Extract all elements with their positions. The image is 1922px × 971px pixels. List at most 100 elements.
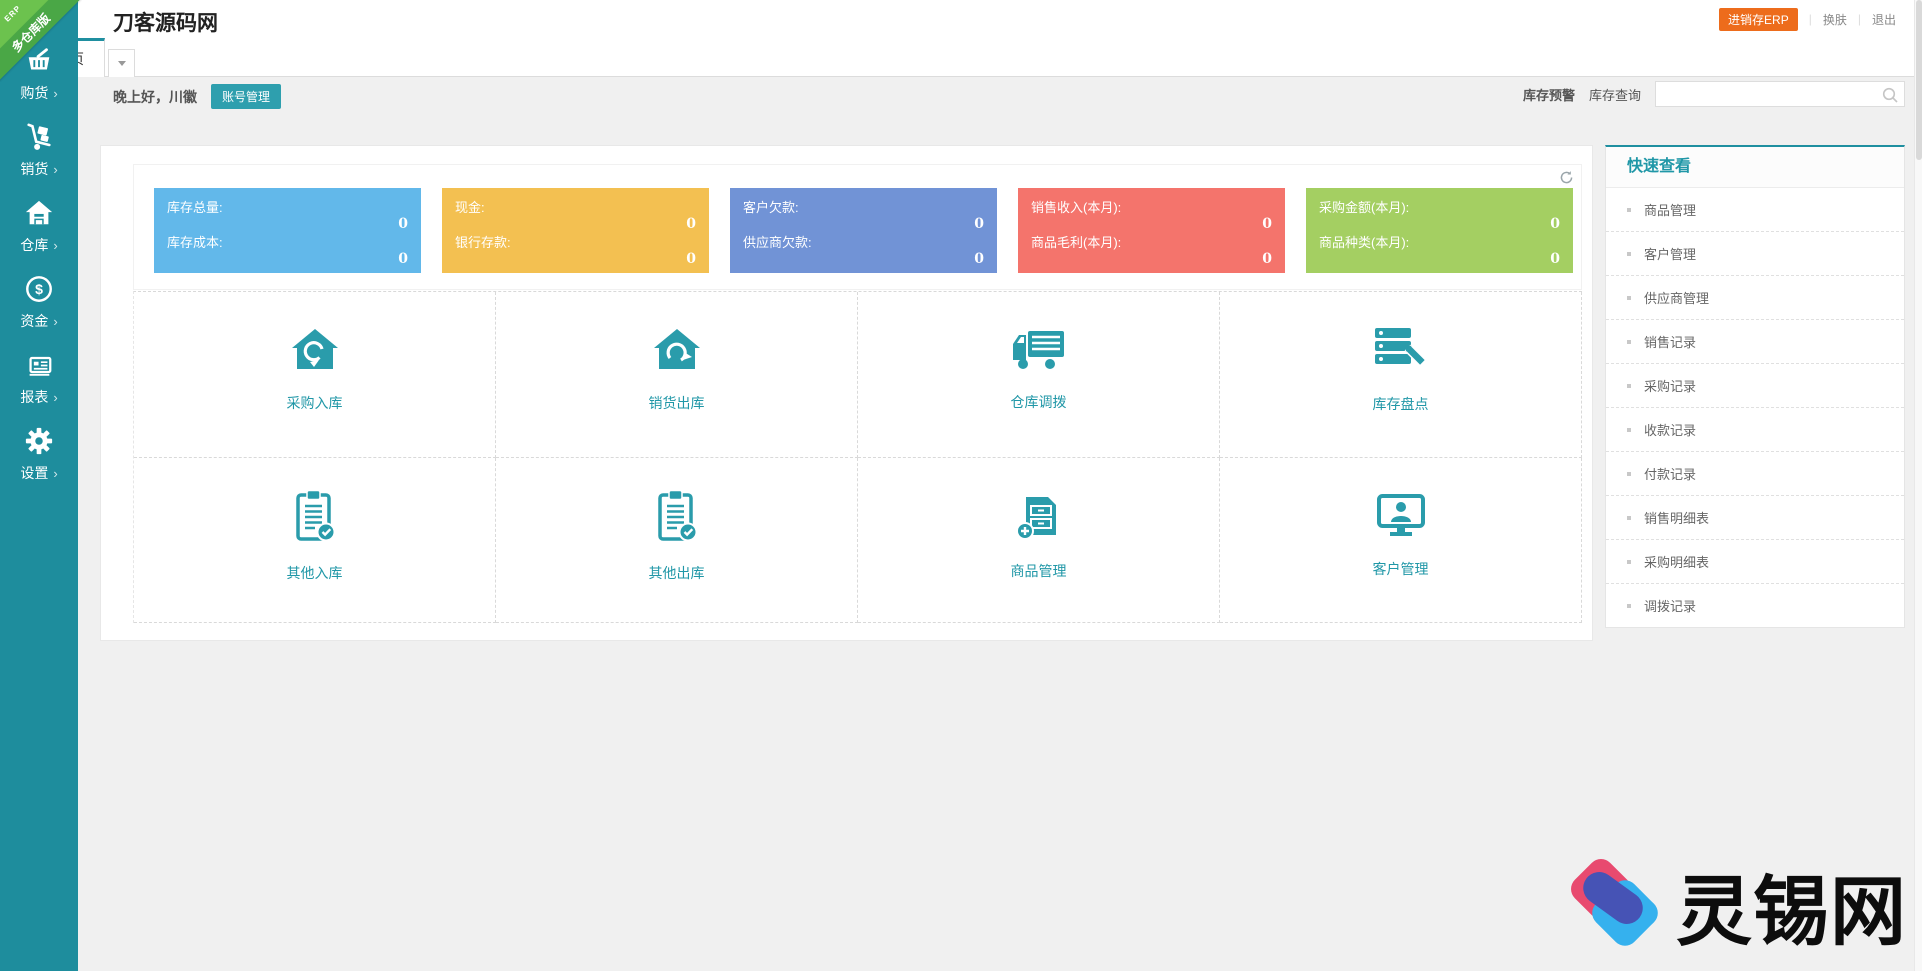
- stat-value: 0: [1319, 251, 1560, 267]
- stat-label: 客户欠款:: [743, 197, 984, 216]
- quick-view-panel: 快速查看 商品管理 客户管理 供应商管理 销售记录 采购记录 收款记录 付款记录…: [1605, 145, 1905, 628]
- chevron-right-icon: ›: [53, 390, 57, 405]
- dashboard-panel: 库存总量: 0 库存成本: 0 现金: 0 银行存款: 0 客户欠款: 0 供应…: [100, 145, 1593, 641]
- bullet-icon: [1627, 428, 1631, 432]
- sidebar-item-funds[interactable]: $ 资金›: [0, 274, 78, 331]
- clipboard-check-icon: [655, 489, 699, 543]
- sidebar-item-warehouse[interactable]: 仓库 ›: [0, 198, 78, 255]
- quick-view-item-label: 收款记录: [1644, 420, 1696, 439]
- shortcut-sales-outbound[interactable]: 销货出库: [496, 292, 858, 458]
- quick-view-item-label: 商品管理: [1644, 200, 1696, 219]
- shortcut-other-inbound[interactable]: 其他入库: [134, 458, 496, 624]
- bullet-icon: [1627, 252, 1631, 256]
- chevron-right-icon: ›: [53, 466, 57, 481]
- quick-view-item[interactable]: 收款记录: [1606, 407, 1904, 451]
- quick-view-item-label: 客户管理: [1644, 244, 1696, 263]
- tab-dropdown-button[interactable]: [108, 49, 135, 77]
- stat-value: 0: [743, 216, 984, 232]
- sidebar-item-settings[interactable]: 设置›: [0, 426, 78, 483]
- chevron-right-icon: ›: [53, 162, 57, 177]
- shortcut-label: 其他出库: [649, 563, 705, 583]
- chevron-down-icon: [118, 61, 126, 66]
- quick-view-item[interactable]: 采购明细表: [1606, 539, 1904, 583]
- stat-label: 库存总量:: [167, 197, 408, 216]
- stat-label: 银行存款:: [455, 232, 696, 251]
- refresh-icon[interactable]: [1559, 170, 1574, 185]
- stat-value: 0: [1031, 251, 1272, 267]
- clipboard-check-icon: [293, 489, 337, 543]
- shortcut-label: 采购入库: [287, 393, 343, 413]
- sidebar-item-label: 销货: [20, 159, 48, 179]
- hand-truck-icon: [24, 122, 54, 152]
- sidebar: 购货› 销货› 仓库› $ 资金›: [0, 0, 78, 971]
- chevron-right-icon: ›: [53, 238, 57, 253]
- quick-view-item[interactable]: 供应商管理: [1606, 275, 1904, 319]
- quick-view-item-label: 销售明细表: [1644, 508, 1709, 527]
- chevron-right-icon: ›: [53, 86, 57, 101]
- shortcut-product-manage[interactable]: 商品管理: [858, 458, 1220, 624]
- shortcut-label: 销货出库: [649, 393, 705, 413]
- quick-view-item[interactable]: 商品管理: [1606, 188, 1904, 231]
- account-manage-button[interactable]: 账号管理: [211, 84, 281, 109]
- shortcut-label: 其他入库: [287, 563, 343, 583]
- quick-view-item-label: 采购记录: [1644, 376, 1696, 395]
- bullet-icon: [1627, 340, 1631, 344]
- shortcut-purchase-inbound[interactable]: 采购入库: [134, 292, 496, 458]
- stat-card-purchase: 采购金额(本月): 0 商品种类(本月): 0: [1306, 188, 1573, 273]
- vertical-scrollbar: [1914, 0, 1922, 971]
- quick-view-item[interactable]: 销售记录: [1606, 319, 1904, 363]
- change-skin-link[interactable]: 换肤: [1823, 11, 1847, 28]
- sidebar-item-reports[interactable]: 报表›: [0, 350, 78, 407]
- watermark-logo: 灵锡网: [1572, 850, 1907, 960]
- quick-view-item-label: 销售记录: [1644, 332, 1696, 351]
- sidebar-item-label: 资金: [20, 311, 48, 331]
- scrollbar-thumb[interactable]: [1916, 0, 1922, 160]
- logo-mark-icon: [1572, 856, 1668, 954]
- logout-link[interactable]: 退出: [1872, 11, 1896, 28]
- erp-badge-button[interactable]: 进销存ERP: [1719, 8, 1798, 31]
- shortcut-customer-manage[interactable]: 客户管理: [1220, 458, 1582, 624]
- svg-text:$: $: [35, 281, 43, 297]
- house-arrow-in-icon: [288, 327, 342, 373]
- bullet-icon: [1627, 296, 1631, 300]
- gear-icon: [24, 426, 54, 456]
- quick-view-item[interactable]: 客户管理: [1606, 231, 1904, 275]
- sidebar-item-label: 仓库: [20, 235, 48, 255]
- stat-value: 0: [455, 251, 696, 267]
- house-arrow-out-icon: [650, 327, 704, 373]
- quick-view-item[interactable]: 采购记录: [1606, 363, 1904, 407]
- stat-value: 0: [1319, 216, 1560, 232]
- separator: |: [1858, 12, 1861, 26]
- stock-query-link[interactable]: 库存查询: [1589, 85, 1641, 104]
- stat-card-inventory: 库存总量: 0 库存成本: 0: [154, 188, 421, 273]
- stat-label: 供应商欠款:: [743, 232, 984, 251]
- bullet-icon: [1627, 560, 1631, 564]
- greeting-text: 晚上好，川徽: [113, 87, 197, 107]
- shortcut-grid: 采购入库 销货出库 仓库调拨: [133, 291, 1582, 623]
- stat-label: 现金:: [455, 197, 696, 216]
- warehouse-icon: [24, 198, 54, 228]
- stat-value: 0: [167, 251, 408, 267]
- quick-view-item[interactable]: 销售明细表: [1606, 495, 1904, 539]
- search-input[interactable]: [1656, 82, 1904, 106]
- shortcut-other-outbound[interactable]: 其他出库: [496, 458, 858, 624]
- cabinet-plus-icon: [1014, 491, 1064, 541]
- stat-label: 商品种类(本月):: [1319, 232, 1560, 251]
- stock-warning-link[interactable]: 库存预警: [1523, 85, 1575, 104]
- stat-card-cash: 现金: 0 银行存款: 0: [442, 188, 709, 273]
- shortcut-warehouse-transfer[interactable]: 仓库调拨: [858, 292, 1220, 458]
- search-icon[interactable]: [1881, 86, 1899, 109]
- quick-view-item-label: 供应商管理: [1644, 288, 1709, 307]
- sidebar-item-sales[interactable]: 销货 ›: [0, 122, 78, 179]
- monitor-person-icon: [1376, 493, 1426, 539]
- bullet-icon: [1627, 516, 1631, 520]
- stocktake-icon: [1373, 326, 1429, 374]
- quick-view-item[interactable]: 付款记录: [1606, 451, 1904, 495]
- shortcut-stocktake[interactable]: 库存盘点: [1220, 292, 1582, 458]
- quick-view-title: 快速查看: [1606, 147, 1904, 188]
- shortcut-label: 商品管理: [1011, 561, 1067, 581]
- bullet-icon: [1627, 472, 1631, 476]
- quick-view-item[interactable]: 调拨记录: [1606, 583, 1904, 627]
- quick-view-item-label: 调拨记录: [1644, 596, 1696, 615]
- shortcut-label: 仓库调拨: [1011, 392, 1067, 412]
